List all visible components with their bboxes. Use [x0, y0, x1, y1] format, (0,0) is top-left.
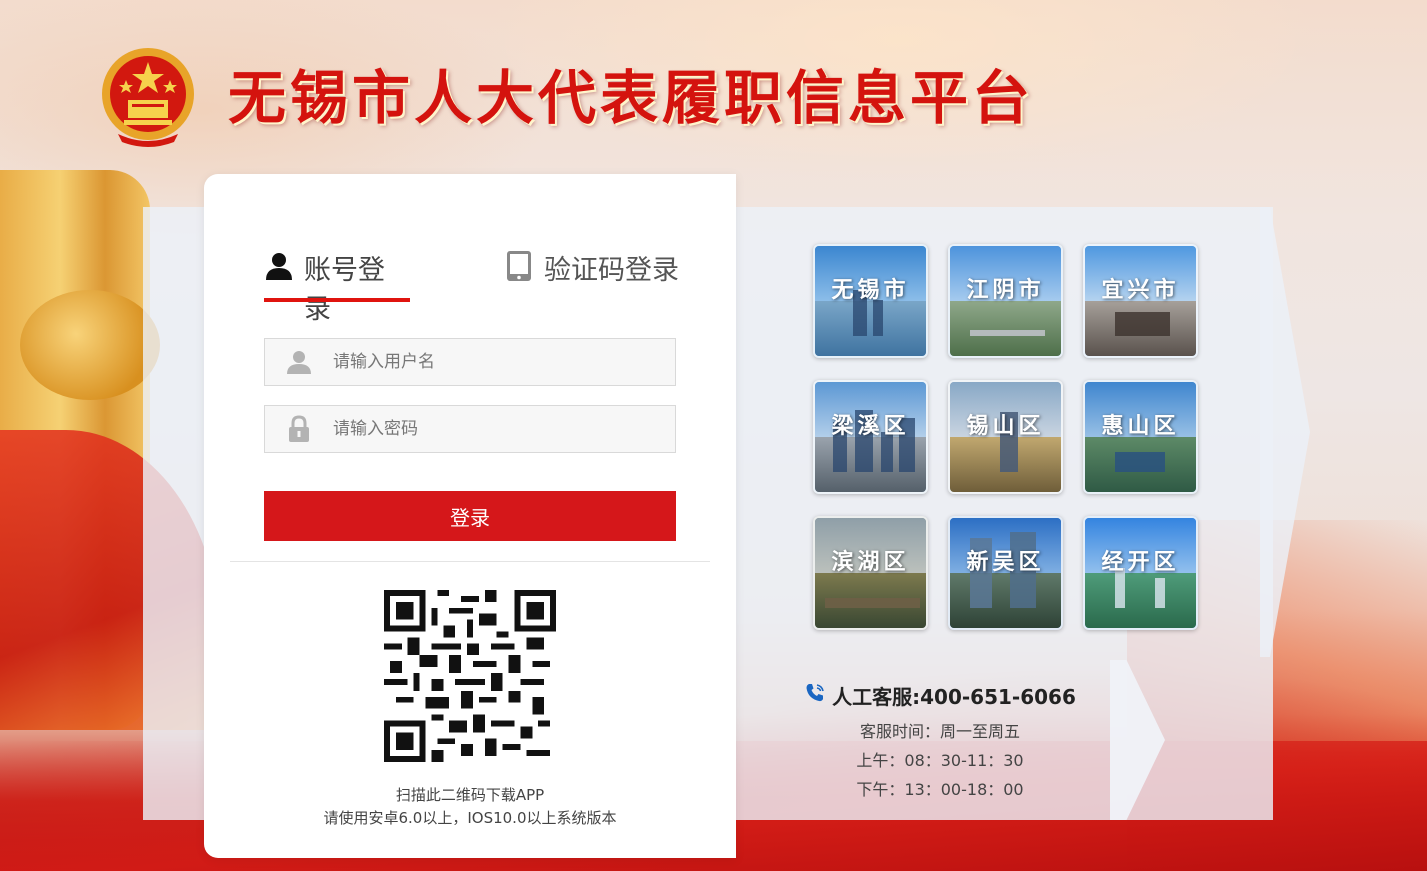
- user-icon: [264, 250, 294, 282]
- district-label: 经开区: [1101, 550, 1180, 575]
- qr-caption: 扫描此二维码下载APP: [395, 786, 545, 804]
- district-tile-wuxi[interactable]: 无锡市: [813, 244, 928, 358]
- district-tile-jiangyin[interactable]: 江阴市: [948, 244, 1063, 358]
- district-label: 新吴区: [966, 550, 1045, 575]
- phone-icon: [804, 682, 826, 709]
- district-tile-xinwu[interactable]: 新吴区: [948, 516, 1063, 630]
- district-tile-jingkai[interactable]: 经开区: [1083, 516, 1198, 630]
- qr-version-requirement: 请使用安卓6.0以上，IOS10.0以上系统版本: [323, 809, 617, 827]
- district-tile-binhu[interactable]: 滨湖区: [813, 516, 928, 630]
- district-tile-xishan[interactable]: 锡山区: [948, 380, 1063, 494]
- service-afternoon: 下午：13：00-18：00: [856, 780, 1024, 799]
- background-cloud-ornament: [20, 290, 160, 400]
- tablet-icon: [504, 250, 534, 282]
- hotline: 人工客服:400-651-6066: [780, 680, 1100, 710]
- active-tab-indicator: [264, 298, 410, 302]
- district-label: 锡山区: [966, 414, 1045, 439]
- district-label: 宜兴市: [1101, 278, 1180, 303]
- tab-account-login[interactable]: 账号登录: [264, 248, 410, 325]
- district-label: 江阴市: [966, 278, 1045, 303]
- qr-code-image: [384, 590, 556, 762]
- password-input[interactable]: [333, 406, 675, 452]
- login-card: 账号登录 验证码登录 登: [204, 174, 736, 858]
- district-label: 惠山区: [1101, 414, 1180, 439]
- district-label: 无锡市: [831, 278, 910, 303]
- district-label: 滨湖区: [831, 550, 910, 575]
- page-title: 无锡市人大代表履职信息平台: [228, 64, 1035, 132]
- district-grid: 无锡市 江阴市 宜兴市 梁溪区 锡山区 惠山区 滨湖区 新吴区 经开区: [813, 244, 1203, 634]
- user-icon: [265, 339, 333, 385]
- login-button[interactable]: 登录: [264, 491, 676, 541]
- district-tile-liangxi[interactable]: 梁溪区: [813, 380, 928, 494]
- district-label: 梁溪区: [831, 414, 910, 439]
- service-morning: 上午：08：30-11：30: [856, 751, 1024, 770]
- tab-code-login[interactable]: 验证码登录: [504, 248, 679, 304]
- password-field: [264, 405, 676, 453]
- district-tile-huishan[interactable]: 惠山区: [1083, 380, 1198, 494]
- national-emblem-icon: [98, 44, 198, 150]
- tab-account-label: 账号登录: [304, 255, 385, 325]
- hotline-text: 人工客服:400-651-6066: [832, 684, 1076, 709]
- service-hours: 客服时间：周一至周五: [859, 722, 1020, 741]
- card-divider: [230, 561, 710, 562]
- customer-service-info: 人工客服:400-651-6066 客服时间：周一至周五 上午：08：30-11…: [780, 680, 1100, 799]
- lock-icon: [265, 406, 333, 452]
- username-field: [264, 338, 676, 386]
- username-input[interactable]: [333, 339, 675, 385]
- tab-code-label: 验证码登录: [544, 255, 679, 286]
- district-tile-yixing[interactable]: 宜兴市: [1083, 244, 1198, 358]
